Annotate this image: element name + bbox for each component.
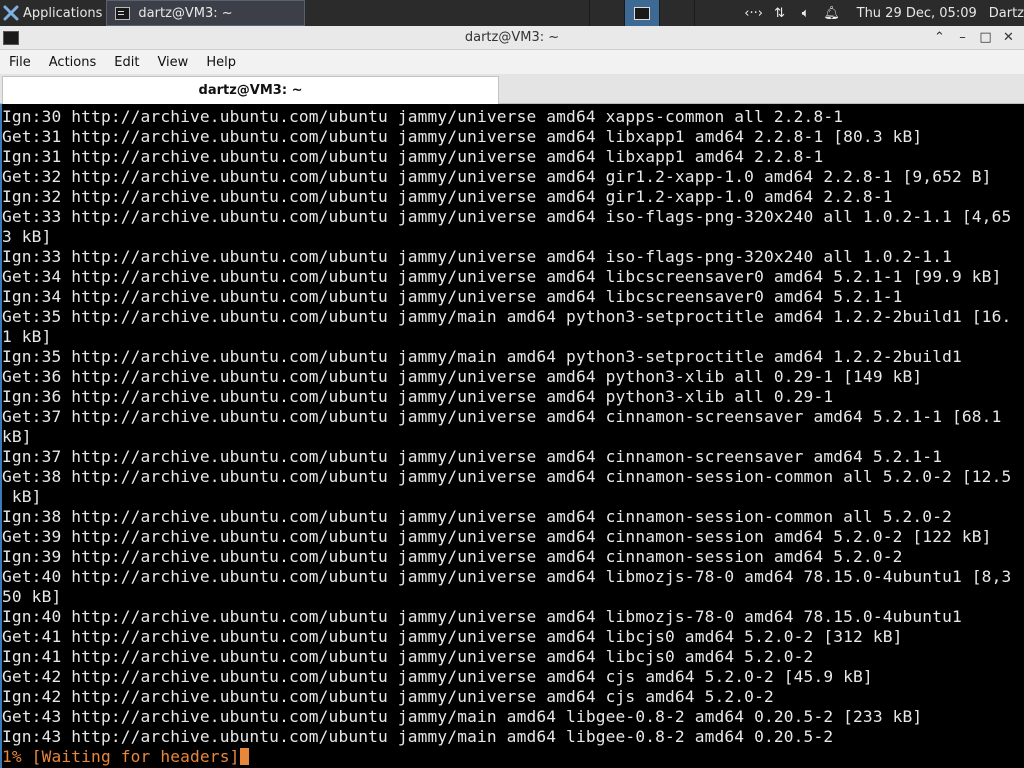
terminal-line: Ign:33 http://archive.ubuntu.com/ubuntu … — [2, 247, 952, 266]
terminal-icon — [633, 6, 650, 20]
window-titlebar[interactable]: dartz@VM3: ~ ⌃ – □ ✕ — [0, 26, 1024, 50]
top-panel: Applications dartz@VM3: ~ ‹··› ⇅ 🔈︎ 🔔︎ T… — [0, 0, 1024, 26]
terminal-line: Get:43 http://archive.ubuntu.com/ubuntu … — [2, 707, 923, 726]
menu-view[interactable]: View — [148, 55, 197, 70]
chevron-up-icon[interactable]: ⌃ — [928, 30, 951, 45]
terminal-line: Get:42 http://archive.ubuntu.com/ubuntu … — [2, 667, 873, 686]
workspace-1[interactable] — [588, 0, 624, 26]
applications-menu-button[interactable]: Applications — [0, 0, 106, 26]
terminal-line: Ign:40 http://archive.ubuntu.com/ubuntu … — [2, 607, 962, 626]
terminal-line: kB] — [2, 427, 32, 446]
terminal-line: Get:35 http://archive.ubuntu.com/ubuntu … — [2, 307, 1012, 326]
terminal-line: Get:33 http://archive.ubuntu.com/ubuntu … — [2, 207, 1012, 226]
taskbar-item-terminal[interactable]: dartz@VM3: ~ — [106, 0, 306, 26]
taskbar-item-label: dartz@VM3: ~ — [138, 5, 233, 21]
menu-help[interactable]: Help — [197, 55, 245, 70]
notification-bell-icon[interactable]: 🔔︎ — [821, 0, 843, 26]
terminal-cursor — [239, 748, 249, 765]
terminal-line: Get:40 http://archive.ubuntu.com/ubuntu … — [2, 567, 1012, 586]
network-icon[interactable]: ⇅ — [769, 0, 791, 26]
close-button[interactable]: ✕ — [997, 30, 1020, 45]
code-icon[interactable]: ‹··› — [743, 0, 765, 26]
terminal-line: Get:32 http://archive.ubuntu.com/ubuntu … — [2, 167, 992, 186]
terminal-line: Get:41 http://archive.ubuntu.com/ubuntu … — [2, 627, 903, 646]
terminal-line: kB] — [2, 487, 42, 506]
minimize-button[interactable]: – — [951, 30, 974, 45]
menu-actions[interactable]: Actions — [40, 55, 106, 70]
terminal-line: Ign:39 http://archive.ubuntu.com/ubuntu … — [2, 547, 903, 566]
menu-file[interactable]: File — [0, 55, 40, 70]
user-menu[interactable]: Dartz — [989, 6, 1024, 21]
volume-icon[interactable]: 🔈︎ — [795, 0, 817, 26]
terminal-line: 3 kB] — [2, 227, 52, 246]
terminal-status-line: 1% [Waiting for headers] — [2, 747, 1024, 767]
workspace-switcher — [588, 0, 729, 26]
terminal-line: Ign:43 http://archive.ubuntu.com/ubuntu … — [2, 727, 834, 746]
workspace-2[interactable] — [623, 0, 659, 26]
terminal-line: 50 kB] — [2, 587, 62, 606]
terminal-line: 1 kB] — [2, 327, 52, 346]
workspace-4[interactable] — [693, 0, 729, 26]
terminal-line: Get:34 http://archive.ubuntu.com/ubuntu … — [2, 267, 1002, 286]
workspace-3[interactable] — [658, 0, 694, 26]
terminal-line: Ign:35 http://archive.ubuntu.com/ubuntu … — [2, 347, 962, 366]
menu-bar: File Actions Edit View Help — [0, 50, 1024, 74]
terminal-line: Get:31 http://archive.ubuntu.com/ubuntu … — [2, 127, 923, 146]
clock[interactable]: Thu 29 Dec, 05:09 — [857, 6, 977, 21]
terminal-line: Ign:37 http://archive.ubuntu.com/ubuntu … — [2, 447, 943, 466]
terminal-line: Ign:38 http://archive.ubuntu.com/ubuntu … — [2, 507, 952, 526]
terminal-output[interactable]: Ign:30 http://archive.ubuntu.com/ubuntu … — [0, 104, 1024, 768]
terminal-line: Get:37 http://archive.ubuntu.com/ubuntu … — [2, 407, 1002, 426]
xfce-logo-icon — [3, 5, 19, 21]
terminal-line: Ign:31 http://archive.ubuntu.com/ubuntu … — [2, 147, 824, 166]
terminal-line: Ign:42 http://archive.ubuntu.com/ubuntu … — [2, 687, 774, 706]
status-text: 1% [Waiting for headers] — [2, 747, 240, 766]
terminal-line: Get:36 http://archive.ubuntu.com/ubuntu … — [2, 367, 923, 386]
terminal-icon — [115, 6, 131, 20]
terminal-line: Get:38 http://archive.ubuntu.com/ubuntu … — [2, 467, 1012, 486]
maximize-button[interactable]: □ — [974, 30, 997, 45]
tab-bar: dartz@VM3: ~ — [0, 74, 1024, 104]
terminal-line: Ign:36 http://archive.ubuntu.com/ubuntu … — [2, 387, 834, 406]
tab-terminal[interactable]: dartz@VM3: ~ — [2, 76, 499, 104]
terminal-line: Ign:41 http://archive.ubuntu.com/ubuntu … — [2, 647, 814, 666]
menu-edit[interactable]: Edit — [105, 55, 148, 70]
terminal-line: Ign:30 http://archive.ubuntu.com/ubuntu … — [2, 107, 844, 126]
terminal-line: Ign:32 http://archive.ubuntu.com/ubuntu … — [2, 187, 893, 206]
window-title: dartz@VM3: ~ — [464, 30, 560, 45]
terminal-line: Ign:34 http://archive.ubuntu.com/ubuntu … — [2, 287, 903, 306]
applications-label: Applications — [23, 5, 103, 21]
system-tray: ‹··› ⇅ 🔈︎ 🔔︎ — [741, 0, 845, 26]
terminal-line: Get:39 http://archive.ubuntu.com/ubuntu … — [2, 527, 992, 546]
